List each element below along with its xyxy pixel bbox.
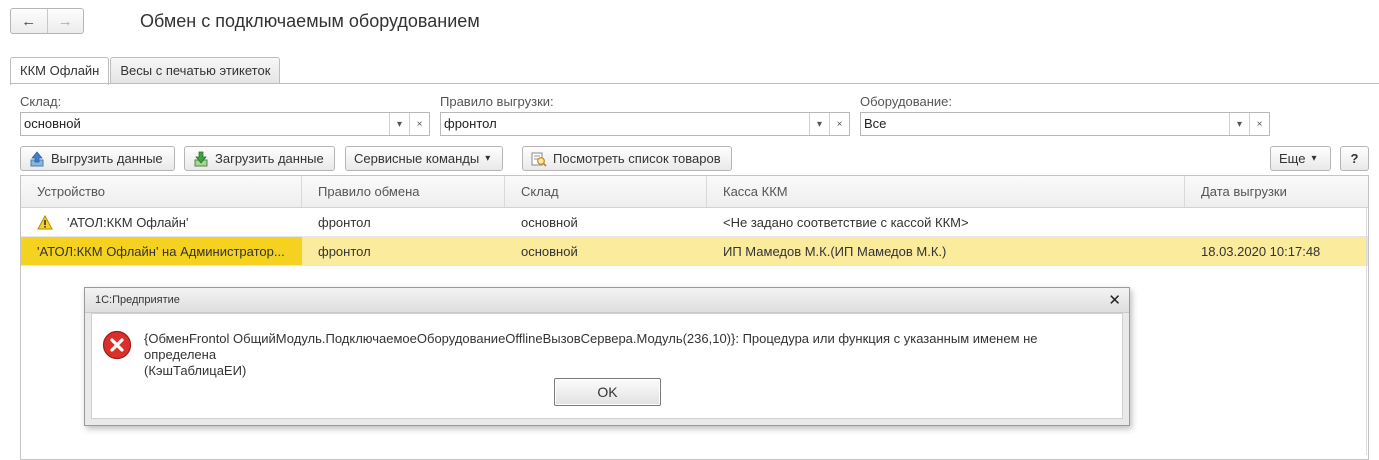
clear-icon: × xyxy=(416,118,423,130)
rule-field: фронтол ▾ × xyxy=(440,112,850,136)
chevron-down-icon: ▾ xyxy=(485,153,491,164)
chevron-down-icon: ▾ xyxy=(396,118,403,130)
chevron-down-icon: ▾ xyxy=(1311,153,1317,164)
close-icon[interactable]: ✕ xyxy=(1108,288,1121,313)
warehouse-cell: основной xyxy=(521,215,578,230)
history-nav: ← → xyxy=(10,8,84,34)
upload-data-button[interactable]: Выгрузить данные xyxy=(20,146,175,171)
warehouse-cell: основной xyxy=(521,244,578,259)
error-message: {ОбменFrontol ОбщийМодуль.ПодключаемоеОб… xyxy=(144,331,1112,379)
chevron-down-icon: ▾ xyxy=(816,118,823,130)
column-header-upload-date[interactable]: Дата выгрузки xyxy=(1185,176,1368,207)
download-data-button[interactable]: Загрузить данные xyxy=(184,146,335,171)
service-commands-label: Сервисные команды xyxy=(354,151,480,166)
download-icon xyxy=(194,151,208,166)
upload-icon xyxy=(30,150,44,166)
tab-label-scales[interactable]: Весы с печатью этикеток xyxy=(110,57,281,84)
equipment-input[interactable]: Все xyxy=(861,113,1229,135)
device-cell: 'АТОЛ:ККМ Офлайн' xyxy=(21,208,302,236)
back-button[interactable]: ← xyxy=(11,9,47,33)
service-commands-button[interactable]: Сервисные команды ▾ xyxy=(345,146,503,171)
error-message-line1: {ОбменFrontol ОбщийМодуль.ПодключаемоеОб… xyxy=(144,331,1038,362)
equipment-label: Оборудование: xyxy=(860,94,953,109)
more-label: Еще xyxy=(1279,151,1306,166)
dialog-title: 1С:Предприятие xyxy=(95,294,180,306)
rule-dropdown-button[interactable]: ▾ xyxy=(809,113,829,135)
view-goods-list-label: Посмотреть список товаров xyxy=(553,151,721,166)
rule-clear-button[interactable]: × xyxy=(829,113,849,135)
warehouse-clear-button[interactable]: × xyxy=(409,113,429,135)
clear-icon: × xyxy=(1256,118,1263,130)
table-scrollbar[interactable] xyxy=(1366,207,1367,455)
column-header-exchange-rule[interactable]: Правило обмена xyxy=(302,176,505,207)
equipment-clear-button[interactable]: × xyxy=(1249,113,1269,135)
forward-button[interactable]: → xyxy=(46,9,84,33)
error-dialog: 1С:Предприятие ✕ {ОбменFrontol ОбщийМоду… xyxy=(84,287,1130,426)
exchange-rule-cell: фронтол xyxy=(318,244,371,259)
upload-data-label: Выгрузить данные xyxy=(51,151,163,166)
more-button[interactable]: Еще ▾ xyxy=(1270,146,1331,171)
help-button[interactable]: ? xyxy=(1340,146,1369,171)
device-name: 'АТОЛ:ККМ Офлайн' на Администратор... xyxy=(37,243,285,259)
table-row-selected[interactable]: 'АТОЛ:ККМ Офлайн' на Администратор... фр… xyxy=(21,237,1368,266)
arrow-left-icon: ← xyxy=(21,12,37,30)
error-icon xyxy=(102,330,132,360)
rule-input[interactable]: фронтол xyxy=(441,113,809,135)
upload-date-cell xyxy=(1185,208,1368,236)
rule-label: Правило выгрузки: xyxy=(440,94,554,109)
exchange-rule-cell: фронтол xyxy=(318,215,371,230)
dialog-body: {ОбменFrontol ОбщийМодуль.ПодключаемоеОб… xyxy=(91,313,1123,419)
column-header-warehouse[interactable]: Склад xyxy=(505,176,707,207)
cash-register-cell: ИП Мамедов М.К.(ИП Мамедов М.К.) xyxy=(723,244,947,259)
help-icon: ? xyxy=(1350,151,1359,166)
warehouse-dropdown-button[interactable]: ▾ xyxy=(389,113,409,135)
download-data-label: Загрузить данные xyxy=(215,151,324,166)
warehouse-label: Склад: xyxy=(20,94,62,109)
device-name: 'АТОЛ:ККМ Офлайн' xyxy=(67,214,189,230)
dialog-titlebar: 1С:Предприятие ✕ xyxy=(85,288,1129,313)
warehouse-field: основной ▾ × xyxy=(20,112,430,136)
tab-kkm-offline[interactable]: ККМ Офлайн xyxy=(10,57,110,85)
arrow-right-icon: → xyxy=(57,12,73,30)
page-title: Обмен с подключаемым оборудованием xyxy=(140,11,480,31)
upload-date-cell: 18.03.2020 10:17:48 xyxy=(1201,244,1321,259)
equipment-dropdown-button[interactable]: ▾ xyxy=(1229,113,1249,135)
table-header: Устройство Правило обмена Склад Касса КК… xyxy=(21,176,1368,208)
column-header-cash-register[interactable]: Касса ККМ xyxy=(707,176,1185,207)
table-row[interactable]: 'АТОЛ:ККМ Офлайн' фронтол основной <Не з… xyxy=(21,208,1368,237)
warning-icon xyxy=(37,214,53,229)
view-goods-list-button[interactable]: Посмотреть список товаров xyxy=(522,146,732,171)
ok-button[interactable]: OK xyxy=(554,378,661,406)
column-header-device[interactable]: Устройство xyxy=(21,176,302,207)
chevron-down-icon: ▾ xyxy=(1236,118,1243,130)
warehouse-input[interactable]: основной xyxy=(21,113,389,135)
tab-divider xyxy=(10,83,1379,84)
tab-bar: ККМ Офлайн Весы с печатью этикеток xyxy=(10,57,281,85)
equipment-field: Все ▾ × xyxy=(860,112,1270,136)
cash-register-cell: <Не задано соответствие с кассой ККМ> xyxy=(723,215,969,230)
device-cell: 'АТОЛ:ККМ Офлайн' на Администратор... xyxy=(21,237,302,265)
clear-icon: × xyxy=(836,118,843,130)
magnifier-list-icon xyxy=(531,152,547,167)
error-message-line2: (КэшТаблицаЕИ) xyxy=(144,363,247,378)
